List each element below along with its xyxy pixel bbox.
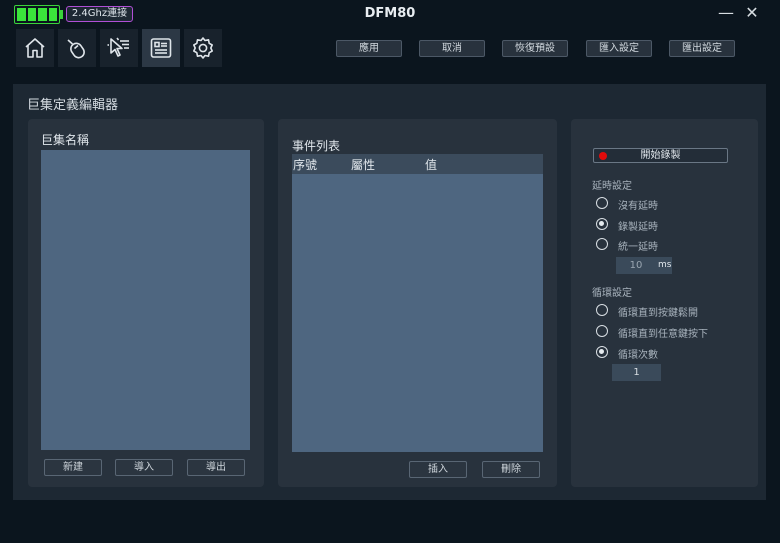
import-settings-button[interactable]: 匯入設定 bbox=[586, 40, 652, 57]
radio-loop-until-any-key[interactable] bbox=[596, 325, 608, 337]
radio-uniform-delay[interactable] bbox=[596, 238, 608, 250]
loop-until-any-key-label: 循環直到任意鍵按下 bbox=[618, 329, 708, 340]
record-dot-icon bbox=[599, 152, 607, 160]
nav-macro[interactable] bbox=[142, 29, 180, 67]
export-macro-button[interactable]: 導出 bbox=[187, 459, 245, 476]
loop-until-release-label: 循環直到按鍵鬆開 bbox=[618, 308, 698, 319]
minimize-button[interactable]: — bbox=[717, 4, 735, 22]
start-record-button[interactable]: 開始錄製 bbox=[593, 148, 728, 163]
home-icon bbox=[25, 38, 45, 58]
battery-cell bbox=[17, 8, 26, 21]
event-list[interactable] bbox=[292, 174, 543, 452]
radio-loop-until-release[interactable] bbox=[596, 304, 608, 316]
connection-badge: 2.4Ghz連接 bbox=[66, 6, 133, 22]
macro-list[interactable] bbox=[41, 150, 250, 450]
new-macro-button[interactable]: 新建 bbox=[44, 459, 102, 476]
delay-value: 10 bbox=[629, 260, 643, 271]
pointer-list-icon bbox=[107, 37, 129, 57]
column-attribute: 屬性 bbox=[351, 158, 376, 172]
nav-settings[interactable] bbox=[184, 29, 222, 67]
no-delay-label: 沒有延時 bbox=[618, 201, 658, 212]
apply-button[interactable]: 應用 bbox=[336, 40, 402, 57]
start-record-label: 開始錄製 bbox=[640, 150, 681, 161]
close-button[interactable]: ✕ bbox=[743, 4, 761, 22]
mouse-icon bbox=[67, 39, 85, 59]
page-title: 巨集定義編輯器 bbox=[27, 98, 119, 113]
column-index: 序號 bbox=[293, 158, 318, 172]
event-list-label: 事件列表 bbox=[292, 139, 341, 153]
insert-event-button[interactable]: 插入 bbox=[409, 461, 467, 478]
battery-cell bbox=[27, 8, 36, 21]
radio-loop-count[interactable] bbox=[596, 346, 608, 358]
export-settings-button[interactable]: 匯出設定 bbox=[669, 40, 735, 57]
battery-tip bbox=[60, 10, 63, 19]
import-macro-button[interactable]: 導入 bbox=[115, 459, 173, 476]
delay-unit: ms bbox=[658, 260, 672, 270]
restore-default-button[interactable]: 恢復預設 bbox=[502, 40, 568, 57]
record-settings-card bbox=[571, 119, 758, 487]
column-value: 值 bbox=[425, 158, 438, 172]
delay-value-field[interactable]: 10 ms bbox=[616, 257, 672, 274]
delay-settings-label: 延時設定 bbox=[592, 181, 632, 192]
nav-mouse[interactable] bbox=[58, 29, 96, 67]
battery-cell bbox=[48, 8, 57, 21]
loop-count-field[interactable]: 1 bbox=[612, 364, 661, 381]
radio-no-delay[interactable] bbox=[596, 197, 608, 209]
battery-indicator bbox=[14, 5, 60, 24]
app-title: DFM80 bbox=[364, 6, 416, 21]
nav-pointer[interactable] bbox=[100, 29, 138, 67]
macro-list-label: 巨集名稱 bbox=[41, 133, 90, 147]
radio-record-delay[interactable] bbox=[596, 218, 608, 230]
battery-cell bbox=[38, 8, 47, 21]
nav-home[interactable] bbox=[16, 29, 54, 67]
loop-count-label: 循環次數 bbox=[618, 350, 658, 361]
cancel-button[interactable]: 取消 bbox=[419, 40, 485, 57]
delete-event-button[interactable]: 刪除 bbox=[482, 461, 540, 478]
record-delay-label: 錄製延時 bbox=[618, 222, 658, 233]
macro-editor-icon bbox=[150, 38, 172, 58]
event-table-header: 序號 屬性 值 bbox=[292, 154, 543, 174]
gear-icon bbox=[193, 37, 213, 59]
uniform-delay-label: 統一延時 bbox=[618, 242, 658, 253]
loop-settings-label: 循環設定 bbox=[592, 288, 632, 299]
